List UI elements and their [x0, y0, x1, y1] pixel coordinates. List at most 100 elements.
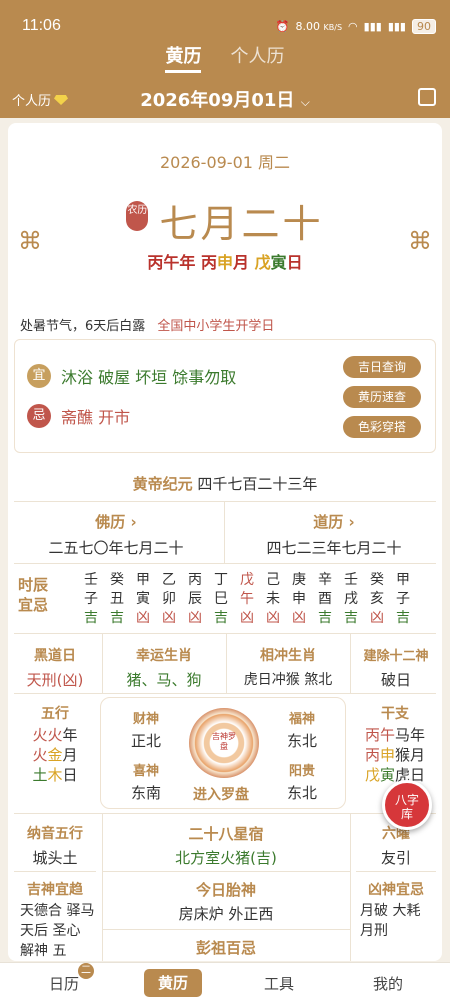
buddhist-calendar-link[interactable]: 佛历 ›	[8, 511, 224, 532]
chevron-down-icon: ⌵	[300, 95, 310, 109]
xiongshen-title: 凶神宜忌	[368, 882, 424, 898]
shichen-zhi: 卯	[162, 591, 176, 607]
shichen-column: 癸丑吉	[104, 571, 130, 628]
gregorian-date: 2026-09-01 周二	[159, 153, 291, 172]
nayin-title: 纳音五行	[27, 826, 83, 842]
color-outfit-button[interactable]: 色彩穿搭	[343, 416, 421, 438]
battery-icon: 90	[412, 18, 436, 34]
shichen-column: 甲寅凶	[130, 571, 156, 628]
divider	[102, 871, 350, 872]
ji-row: 忌 斋醮 开市	[27, 404, 130, 428]
shichen-gan: 庚	[292, 572, 306, 588]
library-label: 库	[400, 807, 413, 821]
status-bar: 11:06 ⏰ 8.00 KB/S ◠ ▮▮▮ ▮▮▮ 90	[22, 14, 436, 38]
share-icon[interactable]	[418, 88, 436, 106]
jishen-value: 天德合 驿马 天后 圣心 解神 五	[20, 903, 95, 959]
compass-panel[interactable]: 财神 正北 福神 东北 喜神 东南 阳贵 东北 吉神罗盘 进入罗盘	[100, 697, 346, 809]
taoist-calendar-link[interactable]: 道历 ›	[226, 511, 442, 532]
shichen-column: 辛酉吉	[312, 571, 338, 628]
era-value: 四千七百二十三年	[197, 475, 318, 493]
wuxing-values: 火火年 火金月 土木日	[32, 726, 78, 784]
shichen-gan: 壬	[84, 572, 98, 588]
xiu-title: 二十八星宿	[188, 825, 264, 843]
shichen-zhi: 寅	[136, 591, 150, 607]
divider	[14, 813, 436, 814]
nayin-value: 城头土	[32, 849, 78, 867]
auspicious-day-query-button[interactable]: 吉日查询	[343, 356, 421, 378]
month-gan: 丙	[200, 253, 217, 272]
divider	[224, 501, 225, 563]
yanggui-direction: 东北	[287, 784, 318, 802]
date-picker[interactable]: 2026年09月01日 ⌵	[0, 86, 450, 112]
bottom-nav: 日历 二 黄历 工具 我的	[0, 962, 450, 1005]
shichen-zhi: 酉	[318, 591, 332, 607]
day-unit: 日	[286, 253, 303, 272]
status-time: 11:06	[22, 17, 61, 34]
top-tabs: 黄历 个人历	[0, 42, 450, 73]
shichen-column: 癸亥凶	[364, 571, 390, 628]
shichen-zhi: 未	[266, 591, 280, 607]
holiday-link[interactable]: 全国中小学生开学日	[157, 319, 274, 334]
nav-almanac[interactable]: 黄历	[144, 969, 202, 997]
solar-term: 处暑节气，6天后白露	[20, 319, 146, 334]
shichen-gan: 辛	[318, 572, 332, 588]
shichen-luck: 凶	[240, 610, 254, 626]
almanac-quick-lookup-button[interactable]: 黄历速查	[343, 386, 421, 408]
yi-text: 沐浴 破屋 坏垣 馀事勿取	[61, 368, 237, 387]
shichen-luck: 凶	[370, 610, 384, 626]
tab-personal[interactable]: 个人历	[231, 42, 285, 68]
lunar-tag: 农历	[126, 201, 149, 231]
xiongshen-value: 月破 大耗 月刑	[360, 903, 421, 939]
xishen-label: 喜神	[133, 764, 160, 779]
month-unit: 月	[233, 253, 250, 272]
date-bar: 个人历 2026年09月01日 ⌵	[0, 86, 450, 112]
month-zhi: 申	[216, 253, 233, 272]
taoist-calendar-value: 四七二三年七月二十	[266, 539, 402, 557]
shichen-column: 戊午凶	[234, 571, 260, 628]
bazi-label: 八字	[394, 793, 419, 807]
nav-tools[interactable]: 工具	[239, 973, 319, 994]
shichen-zhi: 丑	[110, 591, 124, 607]
shichen-luck: 吉	[396, 610, 410, 626]
shichen-luck: 吉	[84, 610, 98, 626]
shichen-label-1: 时辰	[18, 576, 49, 594]
shichen-zhi: 申	[292, 591, 306, 607]
shichen-column: 庚申凶	[286, 571, 312, 628]
jianchu-title: 建除十二神	[363, 649, 429, 664]
shichen-luck: 凶	[136, 610, 150, 626]
divider	[14, 633, 436, 634]
bazi-library-button[interactable]: 八字 库	[382, 780, 432, 830]
shichen-zhi: 戌	[344, 591, 358, 607]
compass-icon[interactable]: 吉神罗盘	[189, 708, 259, 778]
ganzhi-values: 丙午马年 丙申猴月 戊寅虎日	[364, 726, 426, 784]
shichen-gan: 甲	[136, 572, 150, 588]
shichen-column: 丙辰凶	[182, 571, 208, 628]
yanggui-label: 阳贵	[289, 764, 316, 779]
shichen-luck: 凶	[188, 610, 202, 626]
nav-mine[interactable]: 我的	[348, 973, 428, 994]
compass-center-label: 吉神罗盘	[212, 732, 236, 751]
ji-icon: 忌	[27, 404, 51, 428]
ganzhi-line: 丙午年 丙申月 戊寅日	[8, 249, 442, 273]
jianchu-value: 破日	[380, 671, 411, 689]
caishen-direction: 正北	[131, 732, 162, 750]
shichen-luck: 凶	[292, 610, 306, 626]
shichen-zhi: 巳	[214, 591, 228, 607]
shichen-luck: 凶	[266, 610, 280, 626]
shichen-label: 时辰 宜忌	[18, 575, 48, 615]
signal-icon-2: ▮▮▮	[387, 19, 406, 33]
yi-ji-box: 宜 沐浴 破屋 坏垣 馀事勿取 忌 斋醮 开市 吉日查询 黄历速查 色彩穿搭	[14, 339, 436, 453]
shichen-gan: 甲	[396, 572, 410, 588]
lunar-date-block: 农历 七月二十	[8, 193, 442, 248]
fushen-direction: 东北	[287, 732, 318, 750]
liuyao-value: 友引	[380, 849, 411, 867]
divider	[14, 871, 96, 872]
solar-term-line: 处暑节气，6天后白露 全国中小学生开学日	[20, 315, 274, 334]
shichen-gan: 己	[266, 572, 280, 588]
ji-text: 斋醮 开市	[61, 408, 131, 427]
current-date: 2026年09月01日	[140, 90, 295, 111]
divider	[14, 693, 436, 694]
enter-compass-link[interactable]: 进入罗盘	[193, 784, 249, 804]
tab-huangli[interactable]: 黄历	[165, 42, 202, 73]
shichen-luck: 吉	[318, 610, 332, 626]
